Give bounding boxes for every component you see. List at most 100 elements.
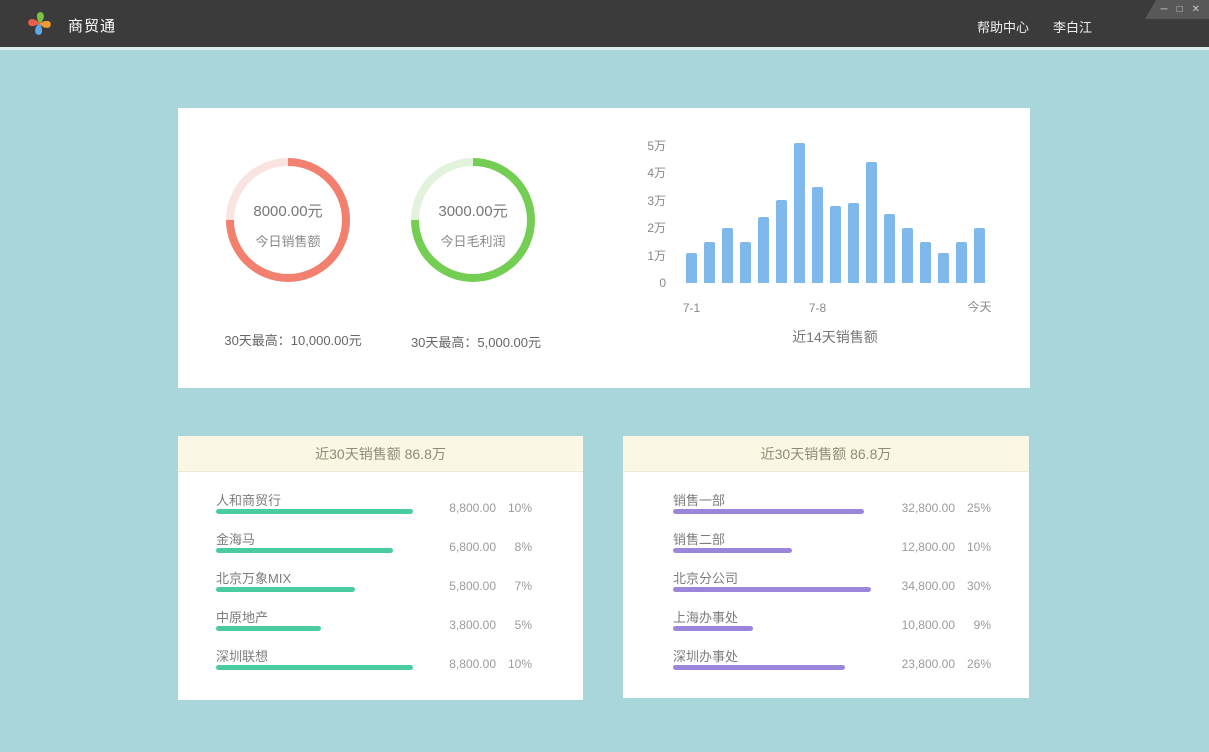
rank-bar [216, 509, 413, 514]
rank-amount: 34,800.00 [902, 579, 955, 593]
sales-bar [812, 187, 823, 283]
y-axis-tick: 2万 [638, 221, 666, 235]
today-sales-gauge: 8000.00元 今日销售额 [226, 158, 350, 282]
rank-percent: 10% [496, 657, 532, 671]
rank-bar [216, 626, 321, 631]
today-profit-caption: 今日毛利润 [440, 231, 505, 250]
department-sales-rank-panel: 近30天销售额 86.8万 销售一部32,800.0025% 销售二部12,800… [623, 436, 1029, 698]
rank-amount: 6,800.00 [449, 540, 496, 554]
rank-percent: 25% [955, 501, 991, 515]
gauge-center: 8000.00元 今日销售额 [234, 166, 342, 274]
maximize-icon[interactable]: □ [1177, 5, 1183, 15]
rank-amount: 23,800.00 [902, 657, 955, 671]
profit-30day-max: 30天最高：5,000.00元 [371, 332, 581, 351]
titlebar-highlight-strip [0, 47, 1209, 50]
rank-amount: 5,800.00 [449, 579, 496, 593]
rank-bar [216, 665, 413, 670]
today-profit-gauge: 3000.00元 今日毛利润 [411, 158, 535, 282]
rank-value: 5,800.007% [449, 579, 532, 593]
sales-bar [776, 200, 787, 283]
rank-percent: 9% [955, 618, 991, 632]
rank-bar [673, 587, 871, 592]
rank-panel-title: 近30天销售额 86.8万 [178, 436, 583, 472]
app-title: 商贸通 [68, 15, 116, 36]
window-titlebar: 商贸通 帮助中心 李白江 ─ □ ✕ [0, 0, 1209, 47]
rank-percent: 8% [496, 540, 532, 554]
rank-list: 销售一部32,800.0025% 销售二部12,800.0010% 北京分公司34,… [623, 472, 1029, 672]
rank-percent: 30% [955, 579, 991, 593]
rank-panel-title: 近30天销售额 86.8万 [623, 436, 1029, 472]
rank-bar [216, 587, 355, 592]
sales-bar [920, 242, 931, 283]
y-axis-tick: 5万 [638, 139, 666, 153]
rank-percent: 5% [496, 618, 532, 632]
sales-bar [866, 162, 877, 283]
sales-bar [884, 214, 895, 283]
customer-sales-rank-panel: 近30天销售额 86.8万 人和商贸行8,800.0010% 金海马6,800.0… [178, 436, 583, 700]
sales-bar [830, 206, 841, 283]
sales-bar [686, 253, 697, 283]
rank-amount: 8,800.00 [449, 501, 496, 515]
sales-bar [740, 242, 751, 283]
x-axis-tick: 今天 [967, 298, 991, 315]
y-axis-tick: 0 [638, 276, 666, 290]
sales-bar [848, 203, 859, 283]
sales-bar [794, 143, 805, 283]
x-axis-tick: 7-8 [809, 301, 826, 315]
rank-percent: 10% [955, 540, 991, 554]
rank-percent: 26% [955, 657, 991, 671]
rank-value: 32,800.0025% [902, 501, 991, 515]
rank-bar [673, 665, 845, 670]
sales-14day-bar-chart: 近14天销售额 01万2万3万4万5万7-17-8今天 [638, 136, 1018, 351]
rank-bar [673, 509, 864, 514]
rank-bar [216, 548, 393, 553]
minimize-icon[interactable]: ─ [1160, 5, 1167, 15]
rank-percent: 10% [496, 501, 532, 515]
rank-percent: 7% [496, 579, 532, 593]
rank-amount: 3,800.00 [449, 618, 496, 632]
rank-row: 人和商贸行8,800.0010% [216, 490, 532, 516]
rank-row: 北京分公司34,800.0030% [673, 568, 991, 594]
window-controls: ─ □ ✕ [1145, 0, 1209, 19]
sales-bar [902, 228, 913, 283]
bar-chart-title: 近14天销售额 [792, 327, 878, 347]
rank-row: 中原地产3,800.005% [216, 607, 532, 633]
user-menu[interactable]: 李白江 [1053, 17, 1092, 36]
rank-row: 金海马6,800.008% [216, 529, 532, 555]
rank-row: 上海办事处10,800.009% [673, 607, 991, 633]
rank-row: 销售二部12,800.0010% [673, 529, 991, 555]
gauge-center: 3000.00元 今日毛利润 [419, 166, 527, 274]
today-profit-value: 3000.00元 [438, 200, 507, 221]
rank-value: 12,800.0010% [902, 540, 991, 554]
rank-amount: 32,800.00 [902, 501, 955, 515]
x-axis-tick: 7-1 [683, 301, 700, 315]
sales-30day-max: 30天最高：10,000.00元 [188, 330, 398, 349]
rank-bar [673, 626, 753, 631]
bar-chart-plot-area [686, 133, 988, 283]
rank-value: 8,800.0010% [449, 501, 532, 515]
rank-row: 北京万象MIX5,800.007% [216, 568, 532, 594]
sales-bar [956, 242, 967, 283]
rank-bar [673, 548, 792, 553]
today-summary-card: 8000.00元 今日销售额 30天最高：10,000.00元 3000.00元… [178, 108, 1030, 388]
rank-amount: 8,800.00 [449, 657, 496, 671]
sales-bar [704, 242, 715, 283]
rank-value: 8,800.0010% [449, 657, 532, 671]
y-axis-tick: 1万 [638, 249, 666, 263]
rank-list: 人和商贸行8,800.0010% 金海马6,800.008% 北京万象MIX5,80… [178, 472, 583, 672]
rank-row: 深圳办事处23,800.0026% [673, 646, 991, 672]
close-icon[interactable]: ✕ [1192, 5, 1200, 15]
y-axis-tick: 3万 [638, 194, 666, 208]
rank-value: 10,800.009% [902, 618, 991, 632]
rank-value: 34,800.0030% [902, 579, 991, 593]
sales-bar [938, 253, 949, 283]
rank-amount: 10,800.00 [902, 618, 955, 632]
sales-bar [974, 228, 985, 283]
rank-row: 深圳联想8,800.0010% [216, 646, 532, 672]
help-center-link[interactable]: 帮助中心 [977, 17, 1029, 36]
sales-bar [722, 228, 733, 283]
rank-row: 销售一部32,800.0025% [673, 490, 991, 516]
rank-amount: 12,800.00 [902, 540, 955, 554]
rank-value: 6,800.008% [449, 540, 532, 554]
today-sales-caption: 今日销售额 [255, 231, 320, 250]
